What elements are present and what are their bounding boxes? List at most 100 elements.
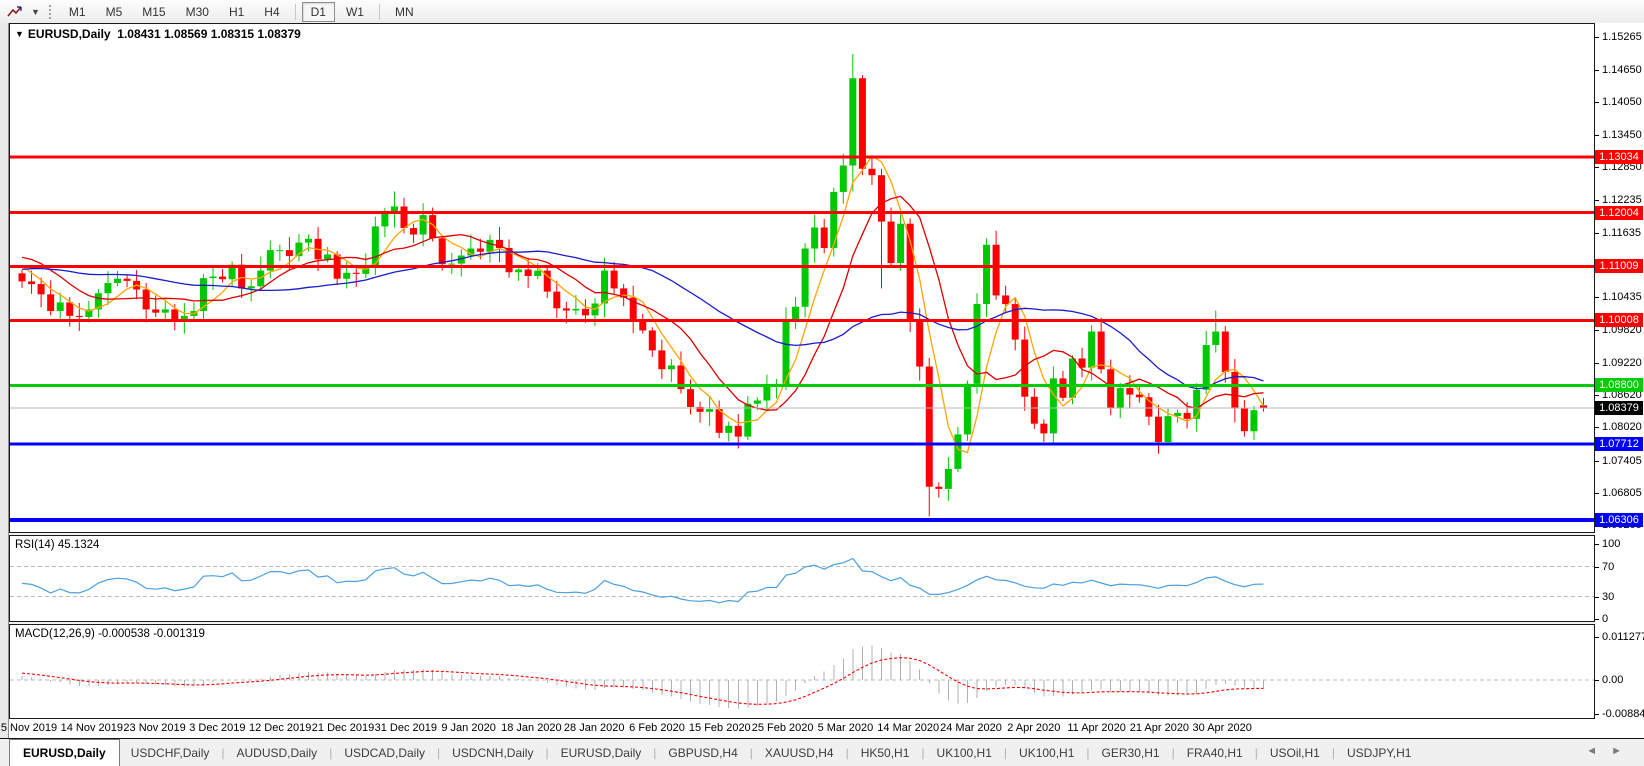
chart-tab-usdcad-daily[interactable]: USDCAD,Daily — [333, 742, 436, 764]
date-axis-label: 23 Nov 2019 — [123, 722, 185, 734]
macd-axis-tickmark — [1595, 714, 1599, 715]
rsi-axis-tick: 0 — [1602, 613, 1608, 625]
rsi-indicator-panel[interactable]: RSI(14) 45.1324 — [9, 535, 1595, 622]
date-axis-label: 2 Apr 2020 — [1007, 722, 1060, 734]
price-axis-tickmark — [1595, 297, 1599, 298]
rsi-axis-tickmark — [1595, 567, 1599, 568]
macd-indicator-panel[interactable]: MACD(12,26,9) -0.000538 -0.001319 — [9, 624, 1595, 719]
toolbar-separator — [379, 4, 380, 20]
macd-axis-tickmark — [1595, 637, 1599, 638]
tabs-scroll-right-icon[interactable]: ► — [1611, 745, 1636, 757]
macd-name: MACD(12,26,9) — [15, 628, 95, 640]
toolbar-dropdown-caret-icon[interactable]: ▼ — [28, 7, 43, 17]
rsi-axis-tick: 100 — [1602, 538, 1620, 550]
rsi-axis-tick: 30 — [1602, 591, 1614, 603]
date-axis-label: 15 Feb 2020 — [689, 722, 751, 734]
price-axis-tickmark — [1595, 135, 1599, 136]
price-axis-tick: 1.08020 — [1602, 421, 1642, 433]
timeframe-button-mn[interactable]: MN — [386, 2, 423, 22]
chart-tab-fra40-h1[interactable]: FRA40,H1 — [1176, 742, 1254, 764]
chart-tab-usoil-h1[interactable]: USOil,H1 — [1259, 742, 1331, 764]
timeframe-button-m15[interactable]: M15 — [133, 2, 174, 22]
toolbar-grip[interactable] — [48, 4, 52, 20]
rsi-plot — [10, 536, 1594, 621]
macd-axis-tickmark — [1595, 680, 1599, 681]
date-axis-label: 21 Apr 2020 — [1130, 722, 1189, 734]
chart-tab-xauusd-h4[interactable]: XAUUSD,H4 — [754, 742, 845, 764]
date-axis-label: 25 Feb 2020 — [752, 722, 814, 734]
price-axis-tickmark — [1595, 461, 1599, 462]
date-axis-label: 5 Nov 2019 — [1, 722, 57, 734]
date-axis-label: 6 Feb 2020 — [629, 722, 685, 734]
chart-tab-gbpusd-h4[interactable]: GBPUSD,H4 — [657, 742, 748, 764]
price-axis-tick: 1.15265 — [1602, 31, 1642, 43]
date-axis-label: 14 Mar 2020 — [877, 722, 939, 734]
price-axis-tickmark — [1595, 102, 1599, 103]
chart-tab-usdcnh-daily[interactable]: USDCNH,Daily — [441, 742, 544, 764]
tabs-scroll-arrows: ◄► — [1586, 745, 1636, 757]
price-plot — [10, 24, 1594, 532]
price-axis-tick: 1.13450 — [1602, 129, 1642, 141]
date-axis-label: 24 Mar 2020 — [940, 722, 1002, 734]
rsi-label: RSI(14) 45.1324 — [15, 539, 99, 551]
hline-price-label: 1.11009 — [1595, 259, 1643, 273]
price-axis-tickmark — [1595, 493, 1599, 494]
hline-price-label: 1.13034 — [1595, 150, 1643, 164]
price-axis-tick: 1.07405 — [1602, 455, 1642, 467]
chart-title-symbol: EURUSD,Daily — [28, 27, 111, 41]
date-axis-label: 18 Jan 2020 — [501, 722, 562, 734]
chart-tab-usdjpy-h1[interactable]: USDJPY,H1 — [1336, 742, 1422, 764]
hline-price-label: 1.10008 — [1595, 313, 1643, 327]
chart-tab-eurusd-daily[interactable]: EURUSD,Daily — [550, 742, 653, 764]
bottom-tab-bar: EURUSD,DailyUSDCHF,Daily|AUDUSD,Daily|US… — [0, 738, 1644, 766]
timeframe-button-m5[interactable]: M5 — [97, 2, 132, 22]
hline-price-label: 1.12004 — [1595, 206, 1643, 220]
timeframe-button-group: M1M5M15M30H1H4 D1W1 MN — [59, 2, 424, 22]
chart-tabs: EURUSD,DailyUSDCHF,Daily|AUDUSD,Daily|US… — [0, 739, 1422, 766]
chart-tab-audusd-daily[interactable]: AUDUSD,Daily — [226, 742, 329, 764]
rsi-axis-tickmark — [1595, 597, 1599, 598]
price-axis-tick: 1.14050 — [1602, 96, 1642, 108]
symbol-dropdown-icon[interactable]: ▼ — [15, 29, 24, 39]
macd-values: -0.000538 -0.001319 — [98, 628, 205, 640]
price-axis-tickmark — [1595, 395, 1599, 396]
price-chart-panel[interactable]: ▼EURUSD,Daily 1.08431 1.08569 1.08315 1.… — [9, 23, 1595, 533]
timeframe-button-h4[interactable]: H4 — [255, 2, 288, 22]
price-axis-tick: 1.11635 — [1602, 227, 1641, 239]
price-axis-tick: 1.14650 — [1602, 64, 1642, 76]
date-axis-label: 21 Dec 2019 — [312, 722, 374, 734]
current-price-label: 1.08379 — [1595, 401, 1643, 415]
price-axis-tickmark — [1595, 363, 1599, 364]
chart-tab-usdchf-daily[interactable]: USDCHF,Daily — [120, 742, 221, 764]
tabs-scroll-left-icon[interactable]: ◄ — [1586, 745, 1611, 757]
rsi-axis-tickmark — [1595, 544, 1599, 545]
date-axis-label: 30 Apr 2020 — [1193, 722, 1252, 734]
price-axis-tickmark — [1595, 167, 1599, 168]
chart-tab-uk100-h1[interactable]: UK100,H1 — [1008, 742, 1085, 764]
window-left-frame — [0, 23, 9, 738]
macd-axis-tick: -0.008845 — [1602, 708, 1644, 720]
timeframe-button-w1[interactable]: W1 — [337, 2, 373, 22]
chart-arrows-button[interactable] — [2, 2, 28, 21]
chart-tab-hk50-h1[interactable]: HK50,H1 — [850, 742, 921, 764]
hline-price-label: 1.08800 — [1595, 378, 1643, 392]
price-axis[interactable]: 1.152651.146501.140501.134501.128501.122… — [1595, 23, 1644, 738]
chart-tab-eurusd-daily[interactable]: EURUSD,Daily — [9, 739, 120, 766]
timeframe-button-m30[interactable]: M30 — [177, 2, 218, 22]
timeframe-button-d1[interactable]: D1 — [302, 2, 335, 22]
hline-price-label: 1.07712 — [1595, 437, 1643, 451]
date-axis[interactable]: 5 Nov 201914 Nov 201923 Nov 20193 Dec 20… — [9, 719, 1595, 738]
chart-tab-uk100-h1[interactable]: UK100,H1 — [926, 742, 1003, 764]
macd-axis-tick: 0.011277 — [1602, 631, 1644, 643]
timeframe-button-h1[interactable]: H1 — [220, 2, 253, 22]
price-axis-tick: 1.10435 — [1602, 291, 1642, 303]
rsi-value: 45.1324 — [58, 539, 100, 551]
date-axis-label: 12 Dec 2019 — [249, 722, 311, 734]
toolbar-separator — [295, 4, 296, 20]
price-axis-tickmark — [1595, 330, 1599, 331]
chart-tab-ger30-h1[interactable]: GER30,H1 — [1091, 742, 1171, 764]
price-axis-tick: 1.09220 — [1602, 357, 1642, 369]
timeframe-button-m1[interactable]: M1 — [60, 2, 95, 22]
price-axis-tick: 1.06805 — [1602, 487, 1642, 499]
price-axis-tickmark — [1595, 427, 1599, 428]
